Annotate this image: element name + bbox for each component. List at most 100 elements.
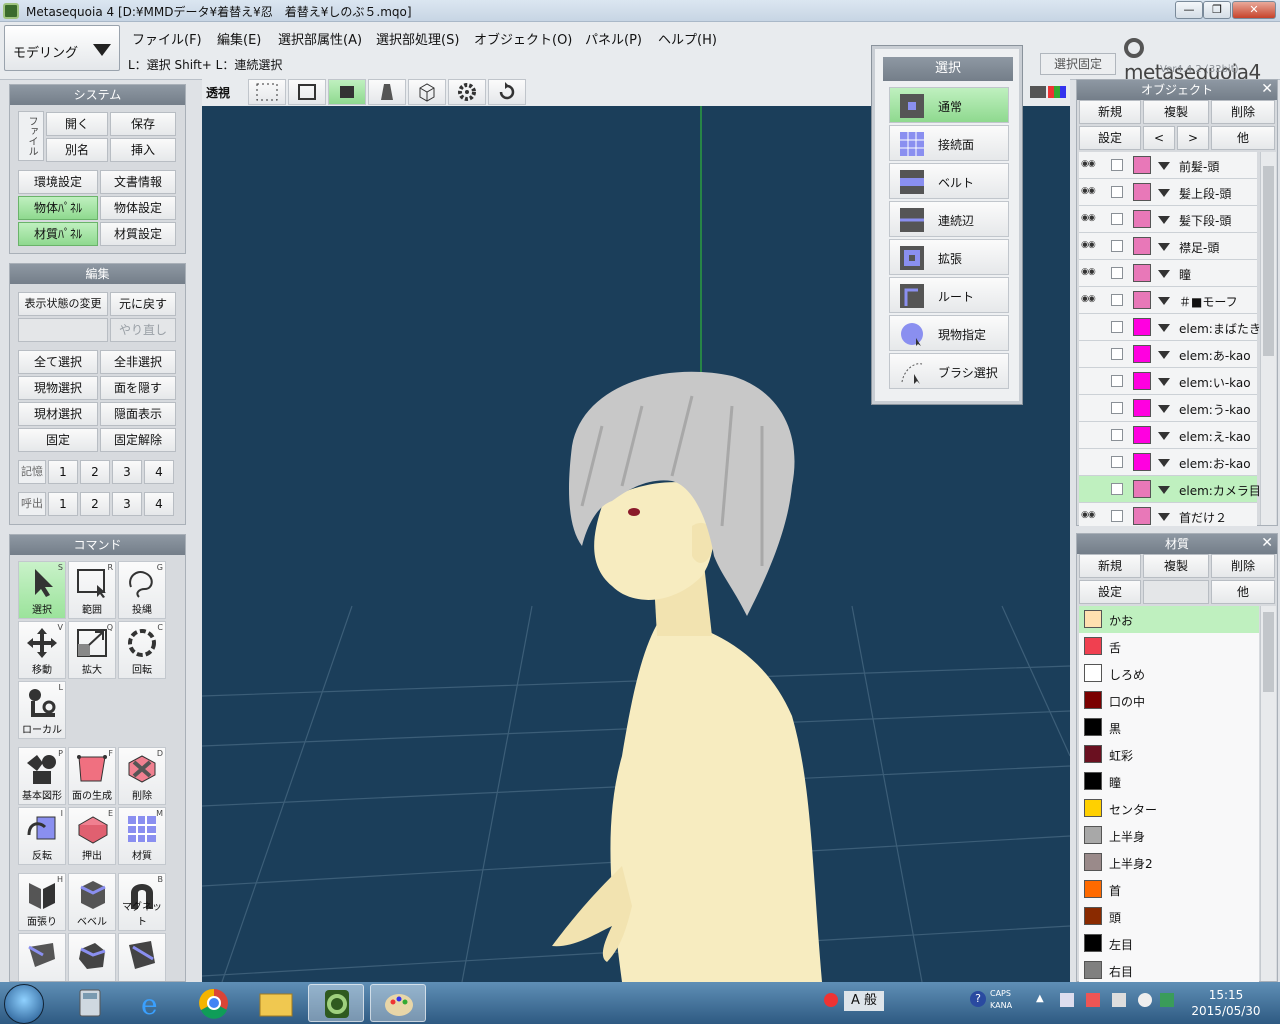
- rotate-tool[interactable]: C 回転: [118, 621, 166, 679]
- expand-triangle-icon[interactable]: [1158, 513, 1170, 521]
- material-row[interactable]: 頭: [1079, 903, 1259, 930]
- drive-icon[interactable]: [1160, 993, 1174, 1007]
- material-row[interactable]: 右目: [1079, 957, 1259, 982]
- bevel-tool[interactable]: ベベル: [68, 873, 116, 931]
- select-normal-button[interactable]: 通常: [889, 87, 1009, 123]
- visibility-icon[interactable]: [1081, 321, 1103, 333]
- visibility-icon[interactable]: [1081, 348, 1103, 360]
- select-current-object-button[interactable]: 現物指定: [889, 315, 1009, 351]
- local-tool[interactable]: L ローカル: [18, 681, 66, 739]
- scale-tool[interactable]: Q 拡大: [68, 621, 116, 679]
- object-panel-toggle[interactable]: 物体ﾊﾟﾈﾙ: [18, 196, 98, 220]
- taskbar-calculator[interactable]: [62, 984, 118, 1022]
- material-row[interactable]: 虹彩: [1079, 741, 1259, 768]
- object-color-swatch[interactable]: [1133, 507, 1151, 525]
- visibility-icon[interactable]: ◉◉: [1081, 294, 1103, 306]
- minimize-button[interactable]: —: [1175, 1, 1203, 19]
- notification-icon[interactable]: [1112, 993, 1126, 1007]
- expand-triangle-icon[interactable]: [1158, 243, 1170, 251]
- flip-tool[interactable]: I 反転: [18, 807, 66, 865]
- material-row[interactable]: 上半身: [1079, 822, 1259, 849]
- expand-triangle-icon[interactable]: [1158, 270, 1170, 278]
- object-row[interactable]: ◉◉ 髪上段-頭: [1079, 179, 1257, 206]
- lock-checkbox[interactable]: [1111, 348, 1123, 360]
- close-button[interactable]: ✕: [1232, 1, 1276, 19]
- clock-date[interactable]: 2015/05/30: [1190, 1004, 1262, 1018]
- select-expand-button[interactable]: 拡張: [889, 239, 1009, 275]
- object-row[interactable]: ◉◉ ＃■モーフ: [1079, 287, 1257, 314]
- lock-checkbox[interactable]: [1111, 375, 1123, 387]
- save-as-button[interactable]: 別名: [46, 138, 108, 162]
- recall-slot-2[interactable]: 2: [80, 492, 110, 516]
- material-duplicate-button[interactable]: 複製: [1143, 554, 1209, 578]
- range-tool[interactable]: R 範囲: [68, 561, 116, 619]
- clock-time[interactable]: 15:15: [1196, 988, 1256, 1002]
- expand-triangle-icon[interactable]: [1158, 351, 1170, 359]
- projection-label[interactable]: 透視: [206, 84, 230, 101]
- redo-button[interactable]: やり直し: [110, 318, 176, 342]
- material-row[interactable]: しろめ: [1079, 660, 1259, 687]
- lasso-tool[interactable]: G 投縄: [118, 561, 166, 619]
- expand-triangle-icon[interactable]: [1158, 216, 1170, 224]
- visibility-icon[interactable]: ◉◉: [1081, 240, 1103, 252]
- fix-button[interactable]: 固定: [18, 428, 98, 452]
- visibility-icon[interactable]: [1081, 456, 1103, 468]
- recall-slot-1[interactable]: 1: [48, 492, 78, 516]
- mode-dropdown[interactable]: モデリング: [4, 25, 120, 71]
- object-scrollbar[interactable]: [1260, 152, 1276, 525]
- view-wire-button[interactable]: [288, 79, 326, 105]
- lock-checkbox[interactable]: [1111, 159, 1123, 171]
- memory-slot-3[interactable]: 3: [112, 460, 142, 484]
- object-color-swatch[interactable]: [1133, 318, 1151, 336]
- lock-checkbox[interactable]: [1111, 267, 1123, 279]
- material-scroll-thumb[interactable]: [1263, 612, 1274, 692]
- material-panel-toggle[interactable]: 材質ﾊﾟﾈﾙ: [18, 222, 98, 246]
- lock-checkbox[interactable]: [1111, 240, 1123, 252]
- insert-button[interactable]: 挿入: [110, 138, 176, 162]
- expand-triangle-icon[interactable]: [1158, 378, 1170, 386]
- object-settings-button[interactable]: 設定: [1079, 126, 1141, 150]
- object-color-swatch[interactable]: [1133, 426, 1151, 444]
- face-stretch-tool[interactable]: H 面張り: [18, 873, 66, 931]
- network-icon[interactable]: [1060, 993, 1074, 1007]
- object-color-swatch[interactable]: [1133, 453, 1151, 471]
- taskbar-paint[interactable]: [370, 984, 426, 1022]
- display-state-button[interactable]: 表示状態の変更: [18, 292, 108, 316]
- color-mode-icon[interactable]: [1030, 84, 1066, 100]
- select-route-button[interactable]: ルート: [889, 277, 1009, 313]
- material-delete-button[interactable]: 削除: [1211, 554, 1275, 578]
- recall-slot-3[interactable]: 3: [112, 492, 142, 516]
- tool-row7-c[interactable]: [118, 933, 166, 981]
- object-row[interactable]: ◉◉ 前髪-頭: [1079, 152, 1257, 179]
- taskbar-ie[interactable]: e: [124, 984, 180, 1022]
- material-row[interactable]: 首: [1079, 876, 1259, 903]
- material-settings-button[interactable]: 材質設定: [100, 222, 176, 246]
- object-next-button[interactable]: >: [1177, 126, 1209, 150]
- recall-slot-4[interactable]: 4: [144, 492, 174, 516]
- env-settings-button[interactable]: 環境設定: [18, 170, 98, 194]
- lock-checkbox[interactable]: [1111, 510, 1123, 522]
- material-tool[interactable]: M 材質: [118, 807, 166, 865]
- object-color-swatch[interactable]: [1133, 156, 1151, 174]
- current-object-select-button[interactable]: 現物選択: [18, 376, 98, 400]
- lock-checkbox[interactable]: [1111, 429, 1123, 441]
- expand-triangle-icon[interactable]: [1158, 162, 1170, 170]
- menu-process[interactable]: 選択部処理(S): [376, 29, 459, 48]
- object-color-swatch[interactable]: [1133, 480, 1151, 498]
- select-tool[interactable]: S 選択: [18, 561, 66, 619]
- dropbox-icon[interactable]: [1138, 993, 1152, 1007]
- material-row[interactable]: 黒: [1079, 714, 1259, 741]
- object-delete-button[interactable]: 削除: [1211, 100, 1275, 124]
- view-texture-button[interactable]: [368, 79, 406, 105]
- object-prev-button[interactable]: <: [1143, 126, 1175, 150]
- taskbar-explorer[interactable]: [248, 984, 304, 1022]
- material-row[interactable]: 瞳: [1079, 768, 1259, 795]
- fix-selection-button[interactable]: 選択固定: [1040, 53, 1116, 75]
- object-row[interactable]: elem:まばたき: [1079, 314, 1259, 341]
- expand-triangle-icon[interactable]: [1158, 324, 1170, 332]
- view-vertex-button[interactable]: [248, 79, 286, 105]
- taskbar-metasequoia[interactable]: [308, 984, 364, 1022]
- view-cube-button[interactable]: [408, 79, 446, 105]
- view-face-button[interactable]: [328, 79, 366, 105]
- current-material-select-button[interactable]: 現材選択: [18, 402, 98, 426]
